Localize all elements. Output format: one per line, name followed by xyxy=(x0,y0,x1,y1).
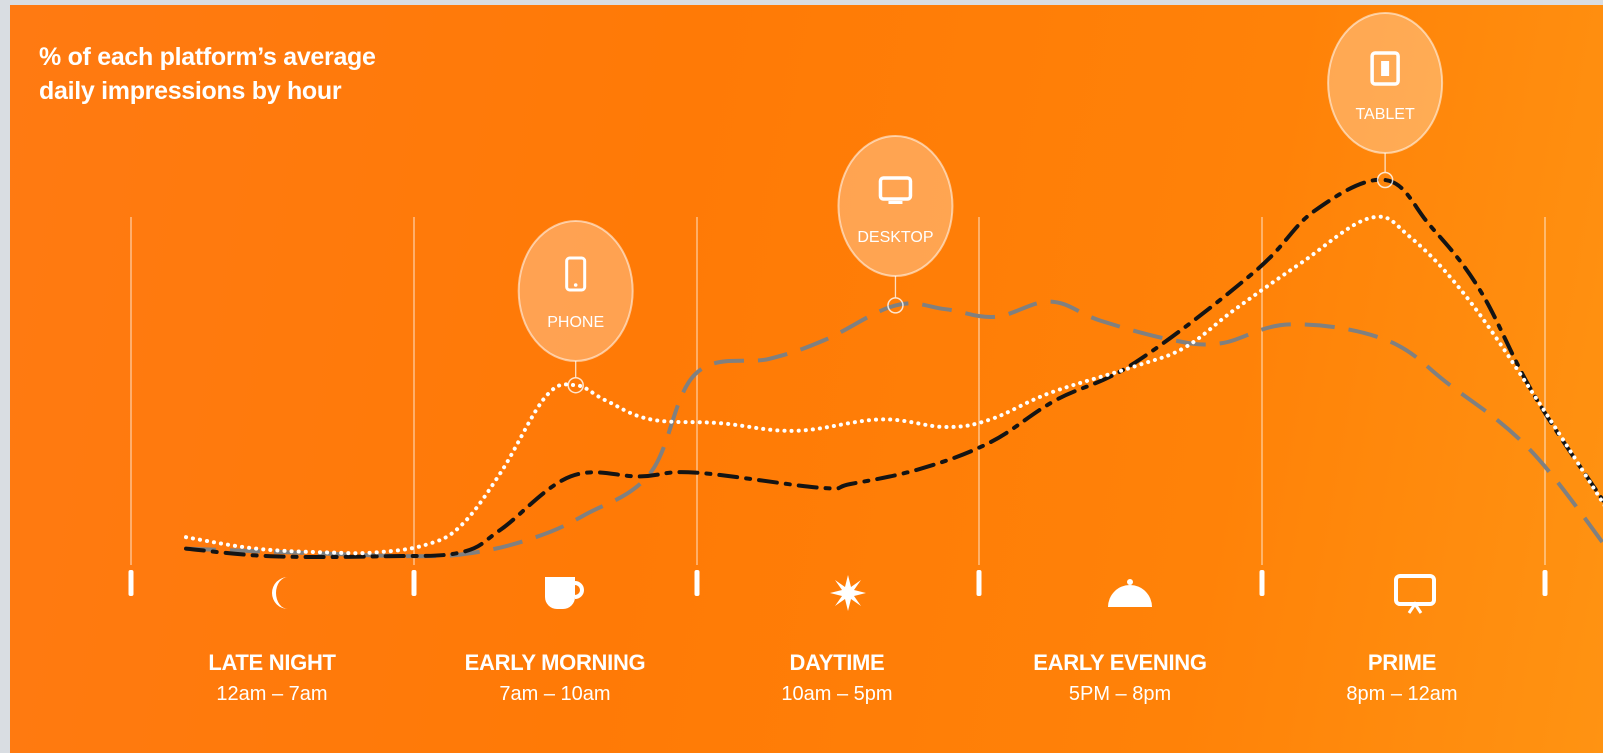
tick-mark-0 xyxy=(128,570,134,596)
impressions-line-chart: PHONE DESKTOP TABLET xyxy=(128,12,1603,596)
tick-mark-10 xyxy=(694,570,700,596)
period-range: 7am – 10am xyxy=(499,683,611,705)
callout-label: TABLET xyxy=(1355,106,1415,123)
period-range: 12am – 7am xyxy=(216,683,328,705)
tick-mark-24 xyxy=(1542,570,1548,596)
period-name: LATE NIGHT xyxy=(208,650,336,675)
tick-mark-7 xyxy=(411,570,417,596)
callout-phone: PHONE xyxy=(517,220,634,394)
period-late-night: LATE NIGHT 12am – 7am xyxy=(142,650,402,706)
chart-title-line-1: % of each platform’s average xyxy=(39,43,376,71)
moon-icon xyxy=(272,577,288,609)
cloche-icon xyxy=(1108,579,1152,607)
peak-callouts: PHONE DESKTOP TABLET xyxy=(517,12,1444,394)
callout-bubble xyxy=(837,135,954,277)
tick-mark-17 xyxy=(976,570,982,596)
period-name: EARLY MORNING xyxy=(464,650,646,675)
callout-tablet: TABLET xyxy=(1327,12,1444,189)
period-range: 5PM – 8pm xyxy=(1068,683,1172,705)
tick-mark-20 xyxy=(1259,570,1265,596)
callout-label: DESKTOP xyxy=(857,229,933,246)
coffee-cup-icon xyxy=(545,577,584,609)
callout-desktop: DESKTOP xyxy=(837,135,954,314)
desktop-stand xyxy=(888,201,903,204)
period-range: 8pm – 12am xyxy=(1346,683,1458,705)
chart-frame: PHONE DESKTOP TABLET % of each platform’s … xyxy=(10,5,1603,753)
period-early-evening: EARLY EVENING 5PM – 8pm xyxy=(990,650,1250,706)
sun-icon xyxy=(830,575,866,611)
chart-title: % of each platform’s average daily impre… xyxy=(39,40,376,108)
phone-home-button xyxy=(573,283,578,287)
hour-gridlines xyxy=(128,217,1548,596)
callout-label: PHONE xyxy=(547,314,604,331)
period-early-morning: EARLY MORNING 7am – 10am xyxy=(425,650,685,706)
series-line-desktop xyxy=(185,299,1603,559)
period-name: DAYTIME xyxy=(789,650,885,675)
period-range: 10am – 5pm xyxy=(781,683,893,705)
period-name: PRIME xyxy=(1367,650,1437,675)
period-prime: PRIME 8pm – 12am xyxy=(1272,650,1532,706)
tablet-screen xyxy=(1381,61,1390,76)
period-daytime: DAYTIME 10am – 5pm xyxy=(707,650,967,706)
period-name: EARLY EVENING xyxy=(1033,650,1207,675)
tv-icon xyxy=(1394,574,1436,614)
chart-title-line-2: daily impressions by hour xyxy=(39,77,342,105)
